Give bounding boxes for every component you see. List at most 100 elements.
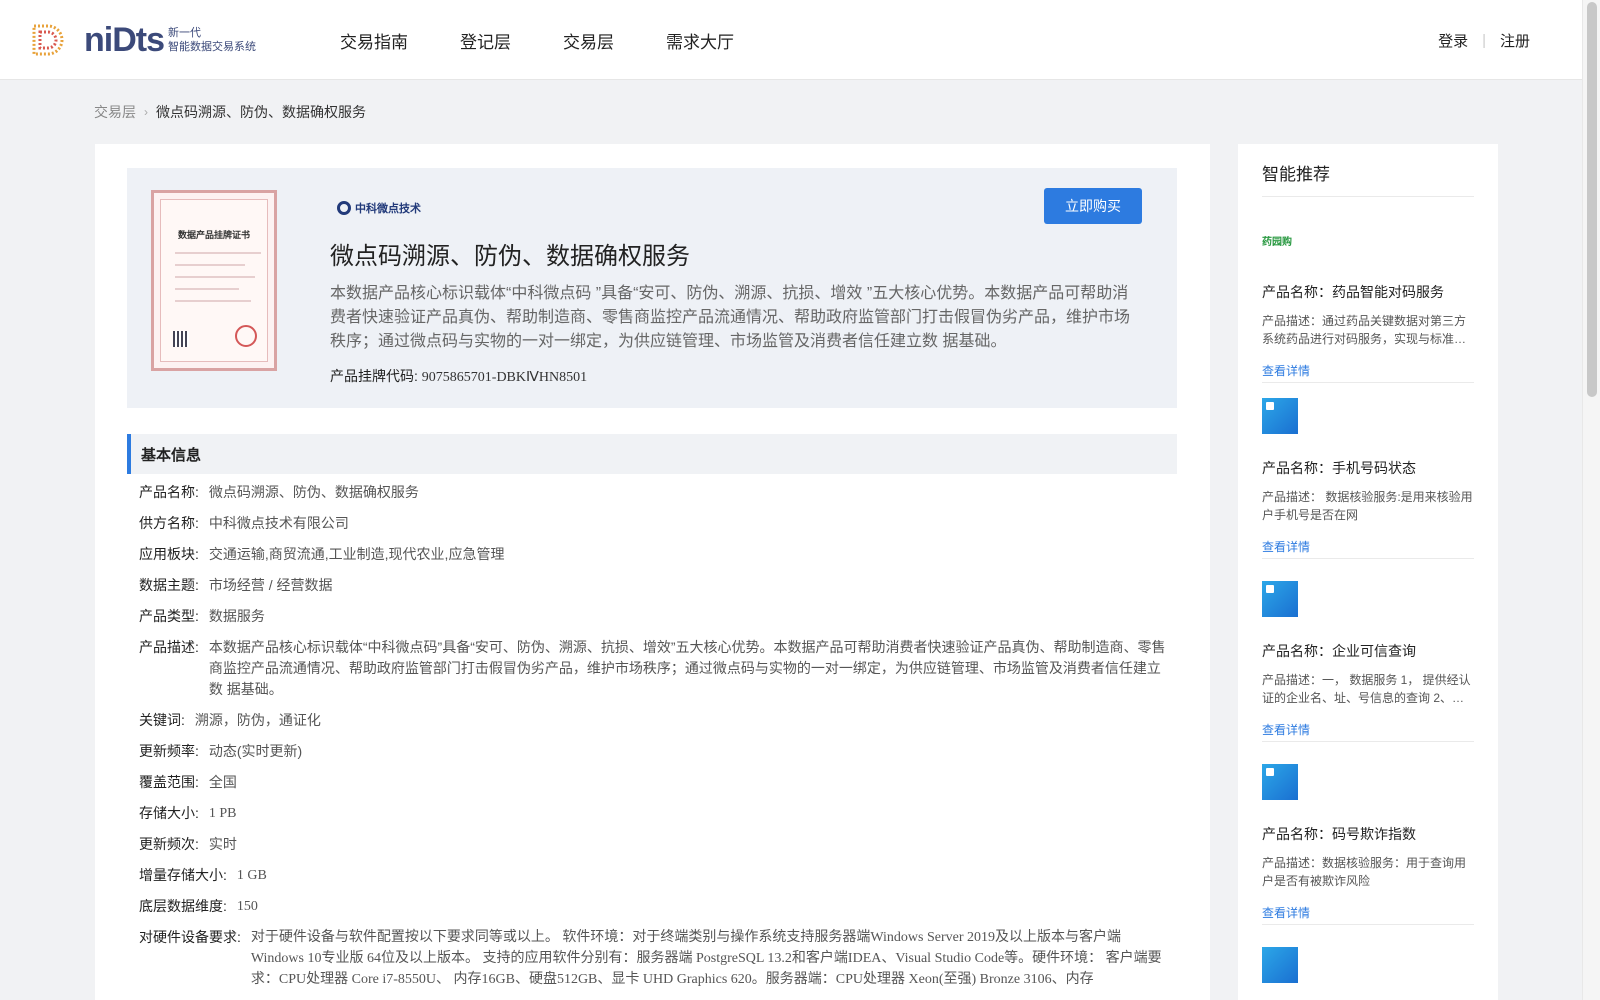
recommendation-item[interactable]: 产品名称：手机号码状态 产品描述： 数据核验服务:是用来核验用户手机号是否在网 查看… xyxy=(1262,398,1474,555)
logo-mark-icon xyxy=(32,24,64,56)
recommendation-item[interactable]: 产品名称：码号欺诈指数产品描述：数据核验服务：用于查询用户是否有被欺诈风险查看详… xyxy=(1262,764,1474,921)
info-label: 产品名称: xyxy=(139,484,199,500)
brand-ring-icon xyxy=(337,201,351,215)
nav-trading-layer[interactable]: 交易层 xyxy=(563,28,614,53)
info-row: 应用板块: 交通运输,商贸流通,工业制造,现代农业,应急管理 xyxy=(139,544,1169,565)
info-value: 150 xyxy=(236,899,258,914)
product-thumbnail-icon xyxy=(1262,764,1298,800)
logo-wordmark: niDts xyxy=(84,21,165,59)
logo-sub-line1: 新一代 xyxy=(168,27,201,39)
listing-code-value: 9075865701-DBKⅣHN8501 xyxy=(421,370,588,385)
info-label: 数据主题: xyxy=(139,577,199,593)
scrollbar-thumb[interactable] xyxy=(1587,2,1597,397)
product-title: 微点码溯源、防伪、数据确权服务 xyxy=(330,244,690,270)
nav-registration-layer[interactable]: 登记层 xyxy=(460,28,511,53)
top-header: niDts 新一代 智能数据交易系统 交易指南 登记层 交易层 需求大厅 登录 … xyxy=(0,0,1582,80)
info-row: 供方名称: 中科微点技术有限公司 xyxy=(139,513,1169,534)
recommendation-item[interactable]: 药园购 产品名称：药品智能对码服务 产品描述：通过药品关键数据对第三方系统药品进行对… xyxy=(1262,222,1474,379)
info-value: 本数据产品核心标识载体“中科微点码”具备“安可、防伪、溯源、抗损、增效”五大核心… xyxy=(208,639,1166,697)
view-details-link[interactable]: 查看详情 xyxy=(1262,362,1474,379)
view-details-link[interactable]: 查看详情 xyxy=(1262,721,1474,738)
recommendation-name[interactable]: 产品名称：手机号码状态 xyxy=(1262,458,1474,478)
info-row: 底层数据维度: 150 xyxy=(139,896,1169,917)
info-label: 更新频次: xyxy=(139,836,199,852)
qr-code-icon xyxy=(173,331,189,347)
info-value: 数据服务 xyxy=(208,608,265,624)
basic-info-list: 产品名称: 微点码溯源、防伪、数据确权服务 供方名称: 中科微点技术有限公司 应用板块:… xyxy=(139,482,1169,1000)
sidebar-divider xyxy=(1262,924,1474,925)
info-label: 对硬件设备要求: xyxy=(139,929,241,945)
sidebar-divider xyxy=(1262,741,1474,742)
sidebar-divider xyxy=(1262,196,1474,197)
info-label: 底层数据维度: xyxy=(139,898,227,914)
recommendation-sidebar: 智能推荐 药园购 产品名称：药品智能对码服务 产品描述：通过药品关键数据对第三方系统… xyxy=(1238,144,1498,1000)
breadcrumb-current: 微点码溯源、防伪、数据确权服务 xyxy=(156,104,366,120)
info-row: 产品类型: 数据服务 xyxy=(139,606,1169,627)
seal-icon xyxy=(235,325,257,347)
product-thumbnail-icon xyxy=(1262,947,1298,983)
info-label: 增量存储大小: xyxy=(139,867,227,883)
info-row: 关键词: 溯源，防伪，通证化 xyxy=(139,710,1169,731)
info-row: 产品名称: 微点码溯源、防伪、数据确权服务 xyxy=(139,482,1169,503)
nav-trade-guide[interactable]: 交易指南 xyxy=(340,28,408,53)
info-value: 中科微点技术有限公司 xyxy=(208,515,349,531)
recommendation-desc: 产品描述：一， 数据服务 1， 提供经认证的企业名、址、号信息的查询 2、其他 xyxy=(1262,673,1471,705)
listing-code-label: 产品挂牌代码: xyxy=(330,368,418,384)
basic-info-header: 基本信息 xyxy=(127,434,1177,474)
logo-sub-line2: 智能数据交易系统 xyxy=(168,41,256,53)
info-value: 实时 xyxy=(208,836,237,852)
product-hero: 数据产品挂牌证书 中科微点技术 微点码溯源、防伪、数据确权服务 本数据产品核心标… xyxy=(127,168,1177,408)
info-value: 交通运输,商贸流通,工业制造,现代农业,应急管理 xyxy=(208,546,505,562)
info-row: 数据主题: 市场经营 / 经营数据 xyxy=(139,575,1169,596)
view-details-link[interactable]: 查看详情 xyxy=(1262,538,1474,555)
info-row: 存储大小: 1 PB xyxy=(139,803,1169,824)
info-label: 存储大小: xyxy=(139,805,199,821)
info-value: 市场经营 / 经营数据 xyxy=(208,577,333,593)
recommendation-item[interactable] xyxy=(1262,947,1474,983)
product-summary: 本数据产品核心标识载体“中科微点码 ”具备“安可、防伪、溯源、抗损、增效 ”五大… xyxy=(330,285,1131,350)
view-details-link[interactable]: 查看详情 xyxy=(1262,904,1474,921)
info-value: 1 GB xyxy=(236,868,267,883)
product-detail-card: 数据产品挂牌证书 中科微点技术 微点码溯源、防伪、数据确权服务 本数据产品核心标… xyxy=(95,144,1210,1000)
nav-demand-hall[interactable]: 需求大厅 xyxy=(666,28,734,53)
info-row: 增量存储大小: 1 GB xyxy=(139,865,1169,886)
site-logo[interactable]: niDts 新一代 智能数据交易系统 xyxy=(30,20,256,60)
info-label: 覆盖范围: xyxy=(139,774,199,790)
info-label: 产品类型: xyxy=(139,608,199,624)
auth-separator: | xyxy=(1482,31,1486,49)
recommendation-name[interactable]: 产品名称：药品智能对码服务 xyxy=(1262,282,1474,302)
recommendation-name[interactable]: 产品名称：企业可信查询 xyxy=(1262,641,1474,661)
sidebar-divider xyxy=(1262,558,1474,559)
certificate-title: 数据产品挂牌证书 xyxy=(177,230,250,240)
buy-now-button[interactable]: 立即购买 xyxy=(1044,188,1142,224)
register-link[interactable]: 注册 xyxy=(1500,30,1530,51)
auth-links: 登录 | 注册 xyxy=(1438,0,1530,80)
login-link[interactable]: 登录 xyxy=(1438,30,1468,51)
product-thumbnail-icon xyxy=(1262,398,1298,434)
info-value: 对于硬件设备与软件配置按以下要求同等或以上。 软件环境：对于终端类别与操作系统支… xyxy=(250,930,1162,987)
recommendation-item[interactable]: 产品名称：企业可信查询产品描述：一， 数据服务 1， 提供经认证的企业名、址、号… xyxy=(1262,581,1474,738)
breadcrumb-parent[interactable]: 交易层 xyxy=(94,102,136,122)
info-row: 覆盖范围: 全国 xyxy=(139,772,1169,793)
info-value: 溯源，防伪，通证化 xyxy=(194,712,321,728)
recommendation-logo: 药园购 xyxy=(1262,222,1298,258)
info-value: 微点码溯源、防伪、数据确权服务 xyxy=(208,484,419,500)
info-row: 更新频次: 实时 xyxy=(139,834,1169,855)
page-scrollbar[interactable] xyxy=(1582,0,1600,1000)
logo-subtitle: 新一代 智能数据交易系统 xyxy=(168,26,256,54)
supplier-logo-text: 中科微点技术 xyxy=(355,203,421,215)
sidebar-title: 智能推荐 xyxy=(1262,165,1330,184)
info-row: 更新频率: 动态(实时更新) xyxy=(139,741,1169,762)
listing-certificate-image: 数据产品挂牌证书 xyxy=(151,190,277,371)
info-label: 应用板块: xyxy=(139,546,199,562)
info-label: 供方名称: xyxy=(139,515,199,531)
breadcrumb: 交易层 › 微点码溯源、防伪、数据确权服务 xyxy=(94,102,366,122)
sidebar-divider xyxy=(1262,382,1474,383)
info-row: 对硬件设备要求: 对于硬件设备与软件配置按以下要求同等或以上。 软件环境：对于终端… xyxy=(139,927,1169,990)
product-thumbnail-icon xyxy=(1262,581,1298,617)
info-row: 产品描述: 本数据产品核心标识载体“中科微点码”具备“安可、防伪、溯源、抗损、增效… xyxy=(139,637,1169,700)
supplier-logo: 中科微点技术 xyxy=(337,200,421,216)
info-label: 更新频率: xyxy=(139,743,199,759)
recommendation-name[interactable]: 产品名称：码号欺诈指数 xyxy=(1262,824,1474,844)
recommendation-desc: 产品描述：数据核验服务：用于查询用户是否有被欺诈风险 xyxy=(1262,856,1467,888)
